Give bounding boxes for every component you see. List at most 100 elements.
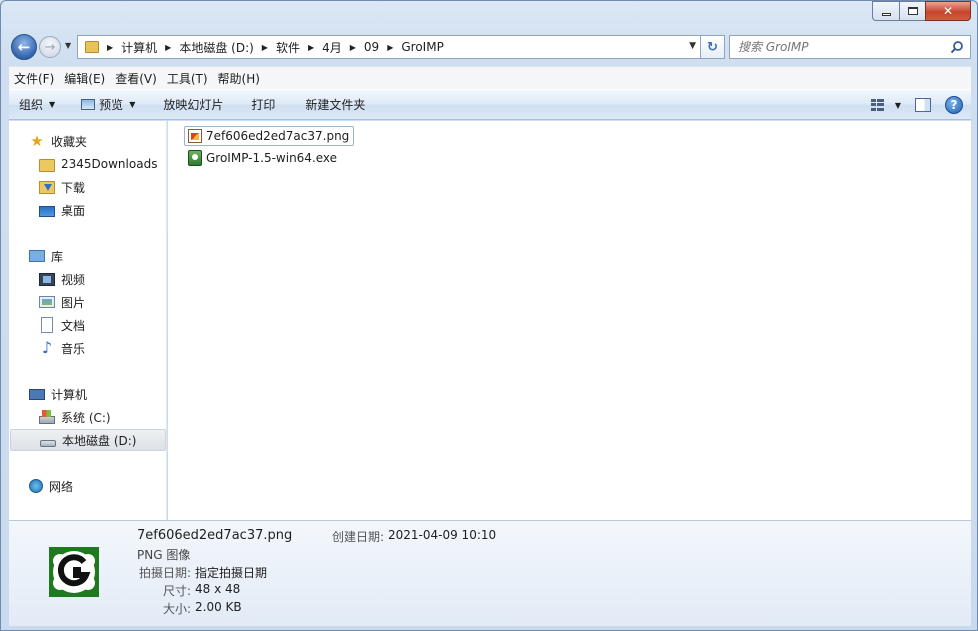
folder-icon [85,41,99,53]
new-folder-button[interactable]: 新建文件夹 [297,96,373,113]
sidebar-item-label: 视频 [61,272,86,287]
address-bar[interactable]: ▶ 计算机 ▶ 本地磁盘 (D:) ▶ 软件 ▶ 4月 ▶ 09 ▶ GroIM… [77,35,701,59]
video-icon [39,272,55,286]
sidebar-item-label: 计算机 [51,387,88,402]
installer-icon [188,150,202,166]
menu-view[interactable]: 查看(V) [110,70,162,87]
sidebar-item-pictures[interactable]: 图片 [39,292,85,312]
detail-size-value: 2.00 KB [195,600,242,614]
detail-size-label: 大小: [163,602,192,616]
forward-button[interactable]: → [39,36,61,58]
sidebar-item-label: 收藏夹 [51,134,88,149]
maximize-button[interactable] [899,1,925,21]
chevron-down-icon[interactable]: ▼ [689,41,696,51]
breadcrumb-computer[interactable]: 计算机 [121,39,157,56]
sidebar-item-label: 库 [51,249,64,264]
preview-icon [81,99,96,110]
sidebar-item-videos[interactable]: 视频 [39,269,85,289]
search-box[interactable] [729,35,971,59]
breadcrumb-separator-icon[interactable]: ▶ [262,43,268,52]
sidebar-item-label: 网络 [49,479,74,494]
minimize-button[interactable] [872,1,899,21]
refresh-icon: ↻ [707,39,718,55]
close-icon: ✕ [942,4,954,18]
sidebar-item-label: 系统 (C:) [61,410,111,425]
breadcrumb-april[interactable]: 4月 [322,39,342,56]
sidebar-item-documents[interactable]: 文档 [39,315,85,335]
drive-icon [40,439,56,447]
sidebar-item-music[interactable]: ♪ 音乐 [39,338,85,358]
print-button[interactable]: 打印 [243,96,283,113]
back-arrow-icon: ← [17,38,31,56]
new-folder-label: 新建文件夹 [305,98,366,112]
detail-file-type: PNG 图像 [137,548,191,562]
preview-button[interactable]: 预览 ▼ [73,96,143,113]
back-button[interactable]: ← [11,34,37,60]
chevron-down-icon[interactable]: ▼ [895,101,901,110]
chevron-down-icon: ▼ [49,100,56,109]
search-icon[interactable] [950,40,964,54]
groimp-thumbnail [49,547,99,597]
breadcrumb-drive-d[interactable]: 本地磁盘 (D:) [179,39,253,56]
sidebar-computer[interactable]: 计算机 [29,384,87,404]
detail-taken-label: 拍摄日期: [139,566,192,580]
sidebar-item-label: 本地磁盘 (D:) [62,433,137,448]
breadcrumb-separator-icon[interactable]: ▶ [350,43,356,52]
organize-button[interactable]: 组织 ▼ [9,96,63,113]
sidebar-item-label: 文档 [61,318,86,333]
sidebar-item-label: 2345Downloads [61,157,158,171]
details-pane: 7ef606ed2ed7ac37.png PNG 图像 拍摄日期: 指定拍摄日期… [9,520,971,626]
file-name: 7ef606ed2ed7ac37.png [206,129,350,143]
sidebar-item-2345downloads[interactable]: 2345Downloads [39,154,157,174]
forward-arrow-icon: → [44,39,56,55]
slideshow-button[interactable]: 放映幻灯片 [155,96,231,113]
sidebar-libraries[interactable]: 库 [29,246,63,266]
breadcrumb-separator-icon[interactable]: ▶ [165,43,171,52]
command-bar: 组织 ▼ 预览 ▼ 放映幻灯片 打印 新建文件夹 ▼ ? [9,89,971,120]
sidebar-item-drive-c[interactable]: 系统 (C:) [39,407,111,427]
minimize-icon [881,12,891,16]
breadcrumb-software[interactable]: 软件 [276,39,300,56]
print-label: 打印 [251,98,276,112]
menu-edit[interactable]: 编辑(E) [59,70,110,87]
menu-file[interactable]: 文件(F) [9,70,59,87]
chevron-down-icon: ▼ [129,100,136,109]
sidebar-item-downloads[interactable]: 下载 [39,177,85,197]
sidebar-item-drive-d[interactable]: 本地磁盘 (D:) [10,429,166,451]
detail-taken-value[interactable]: 指定拍摄日期 [195,564,267,581]
navigation-bar: ← → ▼ ▶ 计算机 ▶ 本地磁盘 (D:) ▶ 软件 ▶ 4月 ▶ 09 ▶… [9,34,971,60]
caption-buttons: ✕ [872,1,971,21]
sidebar-favorites[interactable]: ★ 收藏夹 [29,131,87,151]
help-icon[interactable]: ? [945,96,963,114]
detail-dims-label: 尺寸: [163,584,192,598]
computer-icon [29,389,45,400]
sidebar-network[interactable]: 网络 [29,476,73,496]
file-item-png[interactable]: 7ef606ed2ed7ac37.png [184,126,355,146]
menu-tools[interactable]: 工具(T) [162,70,213,87]
close-button[interactable]: ✕ [925,1,971,21]
star-icon: ★ [30,132,44,150]
library-icon [29,250,45,262]
sidebar-item-label: 下载 [61,180,86,195]
sidebar-item-label: 图片 [61,295,86,310]
system-drive-icon [39,410,55,424]
navigation-pane: ★ 收藏夹 2345Downloads 下载 桌面 库 视频 图片 文档 ♪ 音乐 … [9,121,167,520]
breadcrumb-groimp[interactable]: GroIMP [401,40,443,54]
sidebar-item-desktop[interactable]: 桌面 [39,200,85,220]
file-list: 7ef606ed2ed7ac37.png GroIMP-1.5-win64.ex… [168,121,971,520]
refresh-button[interactable]: ↻ [701,35,725,59]
views-icon[interactable] [870,99,885,111]
sidebar-item-label: 音乐 [61,341,86,356]
downloads-folder-icon [39,180,55,194]
breadcrumb-separator-icon[interactable]: ▶ [107,43,113,52]
detail-dims-value: 48 x 48 [195,582,241,596]
search-input[interactable] [738,40,938,54]
recent-pages-dropdown[interactable]: ▼ [65,41,71,50]
file-item-exe[interactable]: GroIMP-1.5-win64.exe [185,148,341,168]
network-icon [29,479,43,493]
preview-pane-icon[interactable] [915,98,931,112]
breadcrumb-separator-icon[interactable]: ▶ [387,43,393,52]
breadcrumb-separator-icon[interactable]: ▶ [308,43,314,52]
menu-help[interactable]: 帮助(H) [213,70,265,87]
breadcrumb-09[interactable]: 09 [364,40,379,54]
